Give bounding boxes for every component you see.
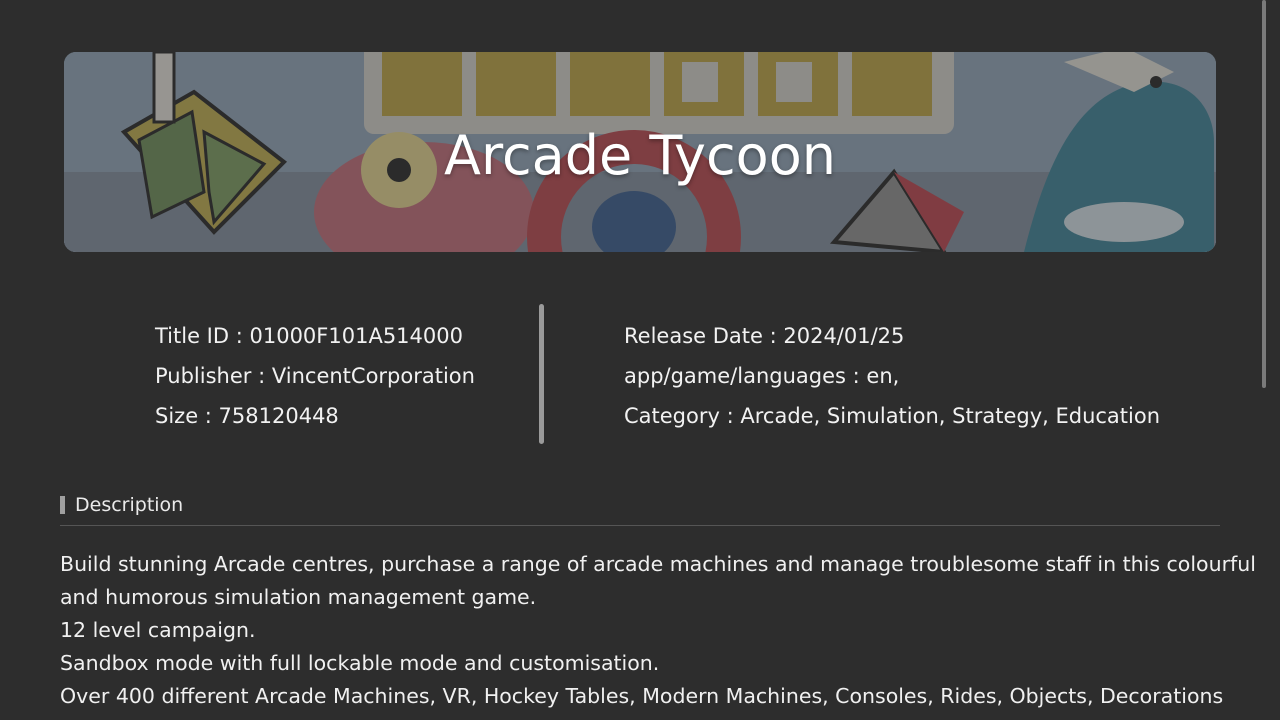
description-line: Over 400 different Arcade Machines, VR, … xyxy=(60,684,1224,708)
title-id-value: 01000F101A514000 xyxy=(249,324,463,348)
publisher-row: Publisher : VincentCorporation xyxy=(155,364,475,388)
description-heading: Description xyxy=(75,494,184,516)
release-date-row: Release Date : 2024/01/25 xyxy=(624,324,905,348)
size-label: Size xyxy=(155,404,199,428)
description-line: and humorous simulation management game. xyxy=(60,585,537,609)
size-value: 758120448 xyxy=(218,404,339,428)
game-banner: Arcade Tycoon xyxy=(64,52,1216,252)
description-line: 12 level campaign. xyxy=(60,618,256,642)
languages-value: en, xyxy=(866,364,900,388)
info-right-column: Release Date : 2024/01/25 app/game/langu… xyxy=(624,316,1160,436)
publisher-label: Publisher xyxy=(155,364,252,388)
languages-row: app/game/languages : en, xyxy=(624,364,900,388)
game-detail-page: Arcade Tycoon Title ID : 01000F101A51400… xyxy=(0,0,1280,720)
description-line: Build stunning Arcade centres, purchase … xyxy=(60,552,1256,576)
title-id-label: Title ID xyxy=(155,324,230,348)
info-divider xyxy=(539,304,544,444)
category-value: Arcade, Simulation, Strategy, Education xyxy=(740,404,1161,428)
description-line: Sandbox mode with full lockable mode and… xyxy=(60,651,660,675)
size-row: Size : 758120448 xyxy=(155,404,339,428)
languages-label: app/game/languages xyxy=(624,364,846,388)
release-date-label: Release Date xyxy=(624,324,763,348)
section-divider xyxy=(60,525,1220,526)
game-title: Arcade Tycoon xyxy=(444,124,836,187)
description-header: Description xyxy=(60,490,183,520)
info-left-column: Title ID : 01000F101A514000 Publisher : … xyxy=(155,316,475,436)
vertical-scrollbar[interactable] xyxy=(1262,0,1266,388)
publisher-value: VincentCorporation xyxy=(271,364,475,388)
title-id-row: Title ID : 01000F101A514000 xyxy=(155,324,463,348)
description-body: Build stunning Arcade centres, purchase … xyxy=(60,548,1256,713)
release-date-value: 2024/01/25 xyxy=(783,324,905,348)
category-row: Category : Arcade, Simulation, Strategy,… xyxy=(624,404,1161,428)
category-label: Category xyxy=(624,404,720,428)
section-marker xyxy=(60,496,65,514)
